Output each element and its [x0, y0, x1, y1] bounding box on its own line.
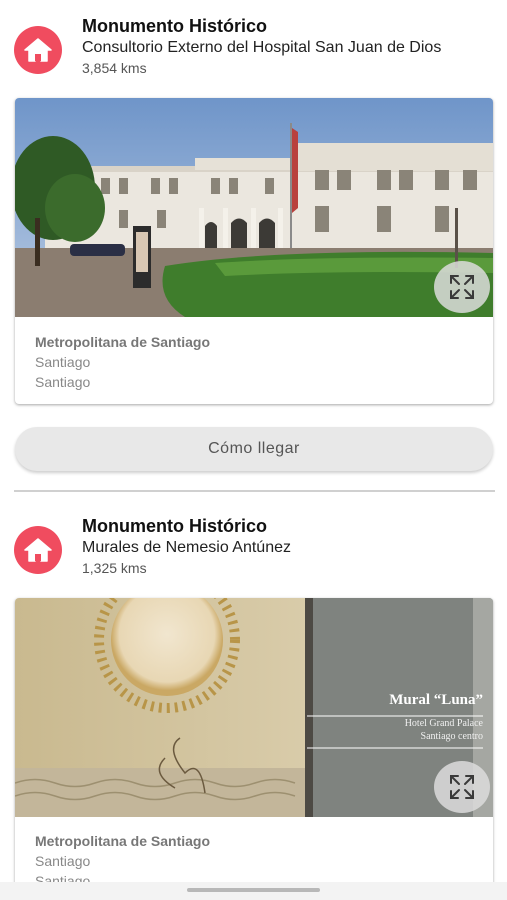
monument-photo[interactable]	[15, 98, 493, 317]
gesture-handle[interactable]	[187, 888, 320, 892]
mural-caption-line1: Hotel Grand Palace	[404, 718, 483, 729]
mural-title: Mural “Luna”	[389, 692, 483, 708]
monument-card[interactable]: Metropolitana de Santiago Santiago Santi…	[15, 98, 493, 404]
expand-button[interactable]	[434, 761, 490, 813]
directions-button[interactable]: Cómo llegar	[15, 427, 493, 471]
distance-label: 3,854 kms	[82, 60, 147, 76]
monument-name: Murales de Nemesio Antúnez	[82, 539, 291, 556]
expand-icon	[450, 275, 474, 299]
distance-label: 1,325 kms	[82, 560, 147, 576]
category-title: Monumento Histórico	[82, 516, 267, 536]
entry-header: Monumento Histórico Consultorio Externo …	[14, 16, 494, 86]
commune-label: Santiago	[35, 374, 91, 390]
region-label: Metropolitana de Santiago	[35, 833, 211, 849]
expand-icon	[450, 775, 474, 799]
monument-photo[interactable]: Mural “Luna” Hotel Grand Palace Santiago…	[15, 598, 493, 817]
monument-name: Consultorio Externo del Hospital San Jua…	[82, 39, 442, 56]
home-icon	[14, 26, 62, 74]
province-label: Santiago	[35, 354, 91, 370]
region-label: Metropolitana de Santiago	[35, 334, 211, 350]
divider	[14, 490, 495, 492]
mural-caption-line2: Santiago centro	[420, 731, 483, 742]
home-icon	[14, 526, 62, 574]
monument-card[interactable]: Mural “Luna” Hotel Grand Palace Santiago…	[15, 598, 493, 898]
category-title: Monumento Histórico	[82, 16, 267, 36]
expand-button[interactable]	[434, 261, 490, 313]
entry-header: Monumento Histórico Murales de Nemesio A…	[14, 516, 494, 586]
province-label: Santiago	[35, 853, 91, 869]
